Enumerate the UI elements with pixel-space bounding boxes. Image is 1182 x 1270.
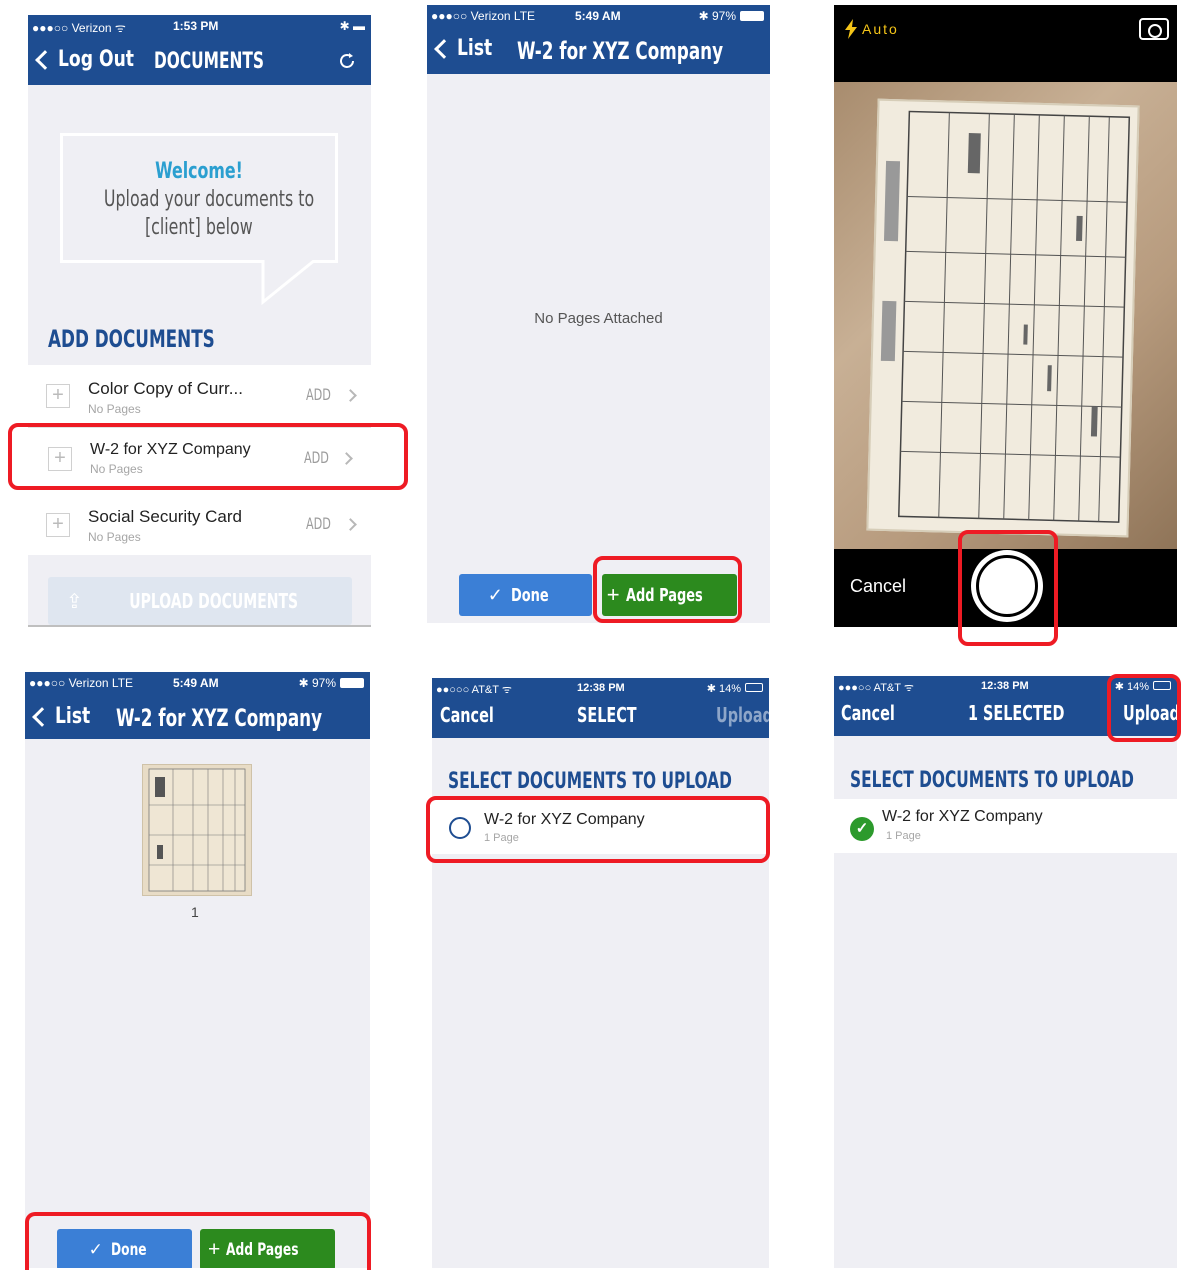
page-thumbnail[interactable] [142, 764, 252, 896]
list-item[interactable]: + Social Security Card No Pages ADD [28, 489, 371, 555]
chevron-right-icon [344, 389, 357, 402]
section-header-add-documents: ADD DOCUMENTS [48, 325, 215, 353]
status-time: 1:53 PM [173, 19, 219, 33]
status-bar: ●●○○○ AT&T ᯤ 12:38 PM ✱ 14% [432, 678, 769, 700]
chevron-left-icon [32, 706, 52, 727]
welcome-line-3: [client] below [145, 215, 253, 240]
battery-icon [340, 678, 364, 688]
status-battery: ✱ 14% [706, 683, 741, 695]
screen-bottom-line [28, 625, 371, 627]
status-bar: ●●●○○ Verizon ᯤ 1:53 PM ✱ ▬ [28, 15, 371, 37]
item-subtitle: 1 Page [886, 830, 921, 842]
page-title: W-2 for XYZ Company [116, 704, 323, 732]
status-carrier: ●●●○○ Verizon LTE [431, 9, 536, 23]
status-battery: ✱ 97% [298, 676, 336, 690]
nav-bar: ●●●○○ Verizon ᯤ 1:53 PM ✱ ▬ Log Out DOCU… [28, 15, 371, 85]
log-out-label: Log Out [58, 47, 134, 72]
list-back-button[interactable]: List [434, 36, 502, 61]
nav-bar: ●●●○○ Verizon LTE 5:49 AM ✱ 97% List W-2… [427, 5, 770, 74]
status-battery: ✱ 97% [698, 9, 736, 23]
done-button[interactable]: ✓ Done [459, 574, 592, 616]
screen-one-selected: ●●●○○ AT&T ᯤ 12:38 PM ✱ 14% Cancel 1 SEL… [834, 676, 1177, 1268]
flash-toggle[interactable]: Auto [844, 19, 899, 39]
flash-label: Auto [862, 21, 899, 37]
upload-icon: ⇪ [65, 590, 83, 613]
status-time: 12:38 PM [981, 680, 1029, 692]
status-time: 5:49 AM [173, 676, 219, 690]
screen-documents: ●●●○○ Verizon ᯤ 1:53 PM ✱ ▬ Log Out DOCU… [28, 15, 371, 627]
nav-bar: ●●●○○ Verizon LTE 5:49 AM ✱ 97% List W-2… [25, 672, 370, 739]
flash-icon [845, 19, 857, 39]
page-title: 1 SELECTED [968, 701, 1065, 725]
page-title: W-2 for XYZ Company [517, 37, 724, 65]
highlight-w2-row [8, 423, 408, 490]
cancel-button[interactable]: Cancel [850, 576, 906, 597]
screen-select: ●●○○○ AT&T ᯤ 12:38 PM ✱ 14% Cancel SELEC… [432, 678, 769, 1268]
battery-icon [740, 11, 764, 21]
highlight-select-row [426, 796, 770, 863]
nav-bar: ●●○○○ AT&T ᯤ 12:38 PM ✱ 14% Cancel SELEC… [432, 678, 769, 738]
refresh-icon[interactable] [337, 51, 357, 71]
cancel-button[interactable]: Cancel [841, 701, 916, 726]
add-action[interactable]: ADD [306, 385, 342, 405]
list-item[interactable]: ✓ W-2 for XYZ Company 1 Page [834, 799, 1177, 853]
bubble-tail [261, 260, 316, 305]
highlight-shutter [958, 530, 1058, 646]
highlight-upload-button [1107, 674, 1181, 742]
switch-camera-icon[interactable] [1139, 18, 1169, 40]
chevron-right-icon [344, 518, 357, 531]
page-title: SELECT [577, 703, 637, 727]
item-title: Social Security Card [88, 507, 243, 526]
camera-viewfinder [834, 82, 1177, 549]
item-subtitle: No Pages [88, 530, 141, 544]
highlight-add-pages [593, 556, 742, 623]
status-carrier: ●●●○○ Verizon ᯤ [32, 21, 126, 35]
status-carrier: ●●●○○ AT&T ᯤ [838, 682, 914, 694]
plus-icon: + [46, 513, 70, 537]
status-bar: ●●●○○ Verizon LTE 5:49 AM ✱ 97% [25, 672, 370, 694]
item-title: W-2 for XYZ Company [882, 808, 1043, 825]
screen-w2-empty: ●●●○○ Verizon LTE 5:49 AM ✱ 97% List W-2… [427, 5, 770, 623]
section-header: SELECT DOCUMENTS TO UPLOAD [850, 768, 1134, 793]
section-header: SELECT DOCUMENTS TO UPLOAD [448, 769, 732, 794]
empty-state-text: No Pages Attached [534, 310, 663, 327]
item-title: Color Copy of Curr... [88, 379, 243, 398]
status-time: 12:38 PM [577, 682, 625, 694]
chevron-left-icon [434, 38, 454, 59]
check-circle-icon: ✓ [850, 817, 874, 841]
plus-icon: + [46, 384, 70, 408]
status-bar: ●●●○○ Verizon LTE 5:49 AM ✱ 97% [427, 5, 770, 27]
add-action[interactable]: ADD [306, 514, 342, 534]
upload-documents-button[interactable]: ⇪ UPLOAD DOCUMENTS [48, 577, 352, 625]
battery-icon [745, 683, 763, 692]
status-battery: ✱ ▬ [339, 19, 365, 33]
screen-w2-with-page: ●●●○○ Verizon LTE 5:49 AM ✱ 97% List W-2… [25, 672, 370, 1268]
status-carrier: ●●●○○ Verizon LTE [29, 676, 134, 690]
status-carrier: ●●○○○ AT&T ᯤ [436, 684, 512, 696]
log-out-button[interactable]: Log Out [35, 47, 155, 72]
upload-button[interactable]: Upload [716, 703, 769, 728]
check-icon: ✓ [487, 584, 503, 605]
list-back-button[interactable]: List [32, 704, 100, 729]
cancel-button[interactable]: Cancel [440, 703, 515, 728]
welcome-bubble: Welcome! Upload your documents to [clien… [60, 133, 338, 263]
highlight-bottom-buttons [25, 1212, 371, 1270]
chevron-left-icon [35, 49, 55, 70]
welcome-heading: Welcome! [155, 159, 243, 184]
page-title: DOCUMENTS [154, 49, 265, 74]
page-number: 1 [191, 904, 199, 920]
list-item[interactable]: + Color Copy of Curr... No Pages ADD [28, 365, 371, 428]
status-time: 5:49 AM [575, 9, 621, 23]
item-subtitle: No Pages [88, 402, 141, 416]
welcome-line-2: Upload your documents to [103, 187, 315, 212]
w2-form-image [866, 98, 1140, 538]
